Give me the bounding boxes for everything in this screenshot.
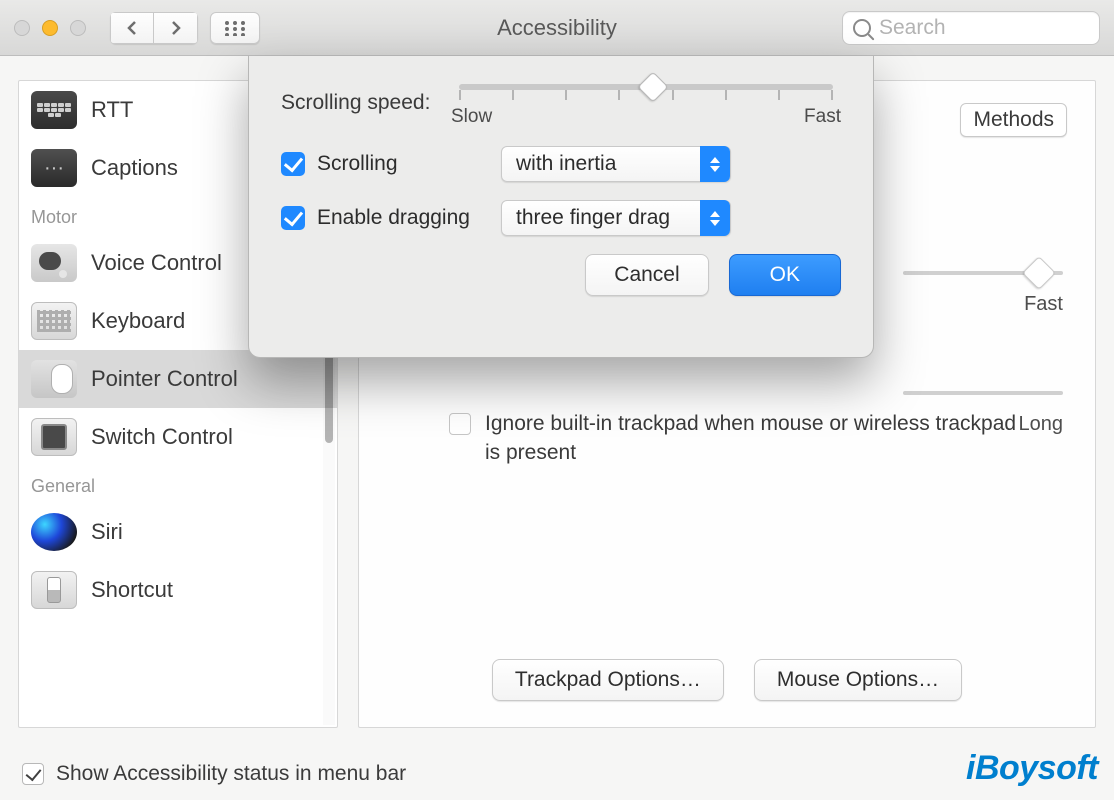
shortcut-icon [31, 571, 77, 609]
sidebar-item-label: Shortcut [91, 577, 173, 603]
scrolling-row: Scrolling with inertia [281, 146, 841, 182]
sidebar-item-label: Switch Control [91, 424, 233, 450]
cancel-button[interactable]: Cancel [585, 254, 708, 296]
bg-slider-thumb[interactable] [1022, 256, 1056, 290]
trackpad-options-sheet: Scrolling speed: Slow Fast Scrolling wit… [248, 56, 874, 358]
scrolling-checkbox[interactable] [281, 152, 305, 176]
bottom-buttons: Trackpad Options… Mouse Options… [359, 659, 1095, 701]
bg-slider-track[interactable] [903, 391, 1063, 395]
back-button[interactable] [110, 12, 154, 44]
siri-icon [31, 513, 77, 551]
sidebar-item-switch-control[interactable]: Switch Control [19, 408, 337, 466]
ignore-trackpad-checkbox[interactable] [449, 413, 471, 435]
dragging-mode-popup[interactable]: three finger drag [501, 200, 731, 236]
trackpad-options-button[interactable]: Trackpad Options… [492, 659, 724, 701]
sidebar-item-label: Pointer Control [91, 366, 238, 392]
sidebar-item-label: Keyboard [91, 308, 185, 334]
footer-row: Show Accessibility status in menu bar [22, 762, 406, 786]
sidebar-item-shortcut[interactable]: Shortcut [19, 561, 337, 619]
sidebar-item-label: Captions [91, 155, 178, 181]
scrolling-speed-row: Scrolling speed: Slow Fast [281, 78, 841, 128]
background-slider-double-click: Long [903, 391, 1063, 436]
ok-button[interactable]: OK [729, 254, 841, 296]
scrolling-speed-label: Scrolling speed: [281, 91, 451, 115]
nav-buttons [110, 12, 198, 44]
popup-value: three finger drag [516, 206, 670, 230]
popup-value: with inertia [516, 152, 616, 176]
scrolling-mode-popup[interactable]: with inertia [501, 146, 731, 182]
search-icon [853, 19, 871, 37]
scrolling-speed-slider[interactable]: Slow Fast [451, 78, 841, 128]
forward-button[interactable] [154, 12, 198, 44]
tab-methods-peek[interactable]: Methods [960, 103, 1067, 137]
sidebar-item-label: Voice Control [91, 250, 222, 276]
keyboard-icon [31, 302, 77, 340]
bg-slider-track[interactable] [903, 271, 1063, 275]
tab-label: Methods [973, 108, 1054, 131]
show-all-button[interactable] [210, 12, 260, 44]
sidebar-item-pointer-control[interactable]: Pointer Control [19, 350, 337, 408]
show-status-checkbox[interactable] [22, 763, 44, 785]
minimize-window-icon[interactable] [42, 20, 58, 36]
titlebar: Accessibility Search [0, 0, 1114, 56]
rtt-icon [31, 91, 77, 129]
enable-dragging-checkbox[interactable] [281, 206, 305, 230]
sheet-actions: Cancel OK [281, 254, 841, 296]
popup-arrows-icon [700, 146, 730, 182]
switch-control-icon [31, 418, 77, 456]
close-window-icon[interactable] [14, 20, 30, 36]
slider-label-slow: Slow [451, 106, 492, 128]
captions-icon: ··· [31, 149, 77, 187]
mouse-options-button[interactable]: Mouse Options… [754, 659, 962, 701]
search-placeholder: Search [879, 16, 946, 40]
zoom-window-icon[interactable] [70, 20, 86, 36]
sidebar-heading-general: General [19, 466, 337, 503]
dragging-row: Enable dragging three finger drag [281, 200, 841, 236]
background-slider-tracking-speed: Fast [903, 271, 1063, 316]
popup-arrows-icon [700, 200, 730, 236]
window-controls [14, 20, 86, 36]
search-input[interactable]: Search [842, 11, 1100, 45]
slider-label-fast: Fast [804, 106, 841, 128]
pointer-control-icon [31, 360, 77, 398]
watermark: iBoysoft [966, 749, 1098, 788]
scrolling-label: Scrolling [317, 152, 398, 176]
sidebar-item-label: Siri [91, 519, 123, 545]
bg-slider-label-long: Long [903, 413, 1063, 436]
voice-control-icon [31, 244, 77, 282]
bg-slider-label-fast: Fast [903, 293, 1063, 316]
show-status-label: Show Accessibility status in menu bar [56, 762, 406, 786]
sidebar-item-siri[interactable]: Siri [19, 503, 337, 561]
enable-dragging-label: Enable dragging [317, 206, 470, 230]
sidebar-item-label: RTT [91, 97, 133, 123]
